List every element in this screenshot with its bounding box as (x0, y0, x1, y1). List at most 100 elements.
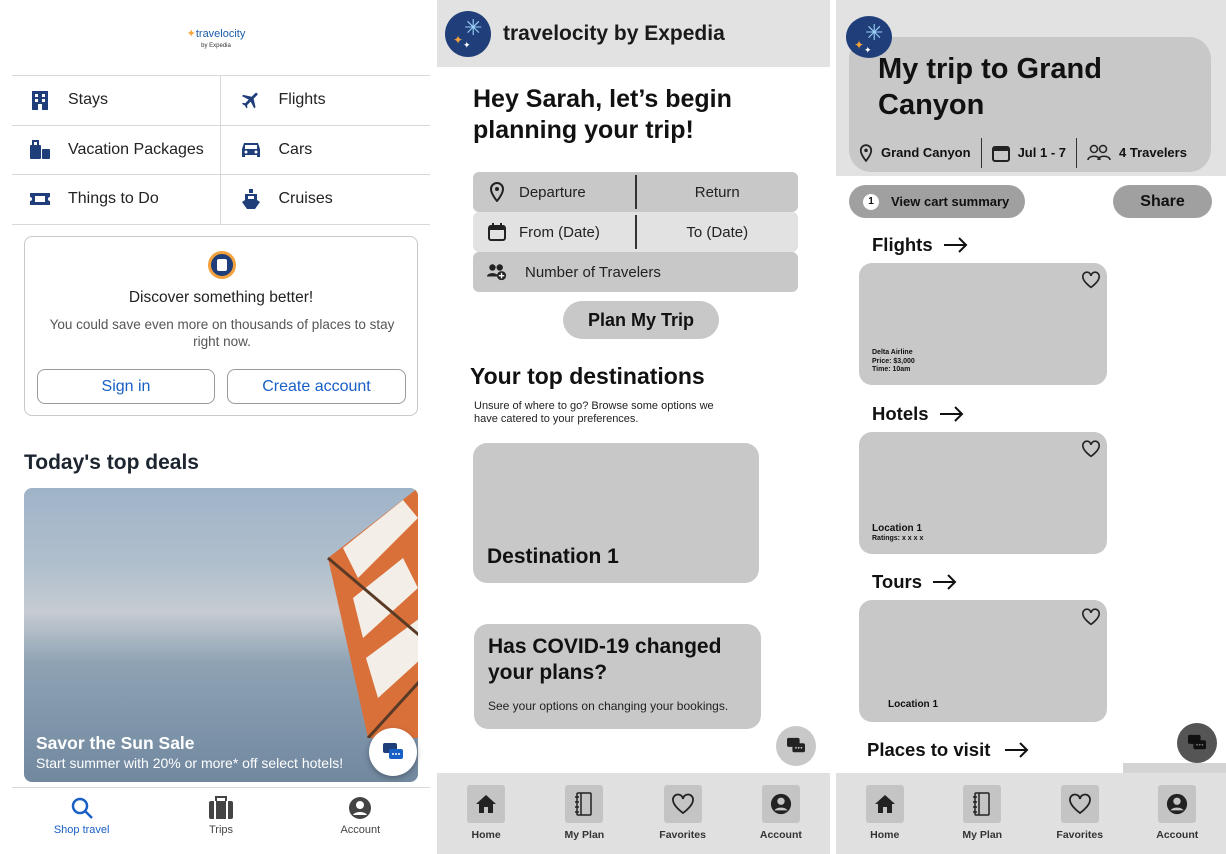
category-cars[interactable]: Cars (219, 125, 431, 174)
destination-card[interactable]: Destination 1 (473, 443, 759, 583)
trip-travelers[interactable]: 4 Travelers (1076, 137, 1197, 168)
wireframe-trip-screen: My trip to Grand Canyon Grand Canyon Jul… (836, 0, 1226, 854)
chat-button[interactable] (1177, 723, 1217, 763)
departure-return-row: Departure Return (473, 172, 798, 212)
create-account-button[interactable]: Create account (227, 369, 406, 404)
add-travelers-icon (487, 262, 507, 282)
date-row: From (Date) To (Date) (473, 212, 798, 252)
ship-icon (237, 188, 265, 210)
heart-icon[interactable] (1081, 608, 1101, 626)
tours-section-heading[interactable]: Tours (872, 571, 958, 593)
arrow-right-icon (943, 237, 968, 253)
travelers-icon (1087, 144, 1111, 160)
category-cruises[interactable]: Cruises (219, 175, 431, 224)
category-flights[interactable]: Flights (219, 76, 431, 125)
trip-title: My trip to Grand Canyon (878, 53, 1102, 121)
category-label: Flights (278, 91, 326, 109)
nav-label: Home (471, 829, 501, 841)
flight-card[interactable]: Delta Airline Price: $3,000 Time: 10am (859, 263, 1107, 385)
car-icon (237, 139, 265, 161)
category-stays[interactable]: Stays (12, 76, 220, 125)
from-date-field[interactable]: From (Date) (473, 212, 635, 252)
covid-card[interactable]: Has COVID-19 changed your plans? See you… (474, 624, 761, 729)
chat-icon (1188, 734, 1206, 750)
briefcase-icon (208, 796, 233, 819)
building-icon (26, 89, 54, 111)
category-label: Things to Do (68, 190, 159, 208)
tab-account[interactable]: Account (291, 788, 430, 854)
chat-icon (383, 743, 403, 759)
category-things-to-do[interactable]: Things to Do (12, 175, 220, 224)
nav-home[interactable]: Home (836, 773, 934, 854)
travelers-field[interactable]: Number of Travelers (473, 252, 798, 292)
home-icon (476, 795, 497, 813)
heart-icon (1068, 793, 1091, 815)
discover-card: Discover something better! You could sav… (24, 236, 418, 416)
nav-label: Account (1156, 829, 1199, 841)
section-label: Flights (872, 234, 933, 255)
home-icon (874, 795, 895, 813)
hotels-section-heading[interactable]: Hotels (872, 403, 965, 425)
departure-label: Departure (519, 183, 586, 201)
nav-favorites[interactable]: Favorites (1031, 773, 1129, 854)
nav-label: My Plan (962, 829, 1003, 841)
trip-location[interactable]: Grand Canyon (849, 138, 981, 168)
location-pin-icon (487, 182, 507, 202)
return-field[interactable]: Return (634, 175, 799, 209)
nav-account[interactable]: Account (732, 773, 830, 854)
nav-my-plan[interactable]: My Plan (934, 773, 1032, 854)
to-date-label: To (Date) (686, 223, 749, 241)
to-date-field[interactable]: To (Date) (634, 215, 799, 249)
deal-subtitle: Start summer with 20% or more* off selec… (36, 755, 344, 771)
category-label: Cruises (278, 190, 333, 208)
travelocity-logo: ✦travelocity by Expedia (0, 24, 432, 49)
notebook-icon (973, 792, 990, 816)
logo-text: travelocity (195, 28, 246, 40)
flight-info: Delta Airline Price: $3,000 Time: 10am (872, 349, 915, 375)
flight-time: Time: 10am (872, 366, 911, 373)
share-button[interactable]: Share (1113, 185, 1212, 218)
heart-icon[interactable] (1081, 271, 1101, 289)
trip-dates[interactable]: Jul 1 - 7 (980, 137, 1076, 168)
heart-icon (671, 793, 694, 815)
arrow-right-icon (939, 406, 963, 422)
bottom-nav: Home My Plan Favorites Account (437, 773, 830, 854)
deal-card[interactable]: Savor the Sun Sale Start summer with 20%… (24, 488, 418, 782)
logo-subtext: by Expedia (201, 43, 231, 49)
nav-account[interactable]: Account (1129, 773, 1226, 854)
hotel-info: Location 1 Ratings: x x x x (872, 522, 923, 544)
chat-button[interactable] (369, 728, 417, 776)
sign-in-button[interactable]: Sign in (37, 369, 215, 404)
category-vacation-packages[interactable]: Vacation Packages (12, 126, 220, 175)
hotel-card[interactable]: Location 1 Ratings: x x x x (859, 432, 1107, 554)
departure-field[interactable]: Departure (473, 172, 635, 212)
chat-button[interactable] (776, 726, 816, 766)
nav-label: Favorites (1056, 829, 1104, 841)
discover-title: Discover something better! (128, 289, 314, 306)
covid-title: Has COVID-19 changed your plans? (488, 635, 722, 684)
tab-trips[interactable]: Trips (151, 788, 290, 854)
wireframe-home-screen: ✳ ✦ ✦ travelocity by Expedia Hey Sarah, le… (437, 0, 830, 854)
nav-home[interactable]: Home (437, 773, 535, 854)
tour-location: Location 1 (888, 699, 939, 710)
places-section-heading[interactable]: Places to visit (867, 739, 1030, 761)
nav-my-plan[interactable]: My Plan (535, 773, 633, 854)
tour-card[interactable]: Location 1 (859, 600, 1107, 722)
arrow-right-icon (1005, 742, 1029, 758)
view-cart-button[interactable]: 1 View cart summary (849, 185, 1025, 218)
hotel-ratings: Ratings: x x x x (872, 535, 924, 542)
flights-section-heading[interactable]: Flights (872, 234, 969, 256)
heart-icon[interactable] (1081, 440, 1101, 458)
plan-my-trip-button[interactable]: Plan My Trip (563, 301, 719, 339)
travelocity-logo-icon: ✳ ✦ ✦ (846, 16, 892, 58)
covid-description: See your options on changing your bookin… (488, 699, 729, 713)
tab-shop-travel[interactable]: Shop travel (12, 788, 151, 854)
nav-label: Account (759, 829, 802, 841)
category-label: Stays (68, 91, 109, 109)
nav-favorites[interactable]: Favorites (634, 773, 732, 854)
arrow-right-icon (933, 574, 957, 590)
hotel-location: Location 1 (872, 523, 923, 534)
nav-label: Favorites (659, 829, 706, 841)
bottom-nav: Home My Plan Favorites Account (836, 773, 1226, 854)
ticket-icon (26, 188, 54, 210)
